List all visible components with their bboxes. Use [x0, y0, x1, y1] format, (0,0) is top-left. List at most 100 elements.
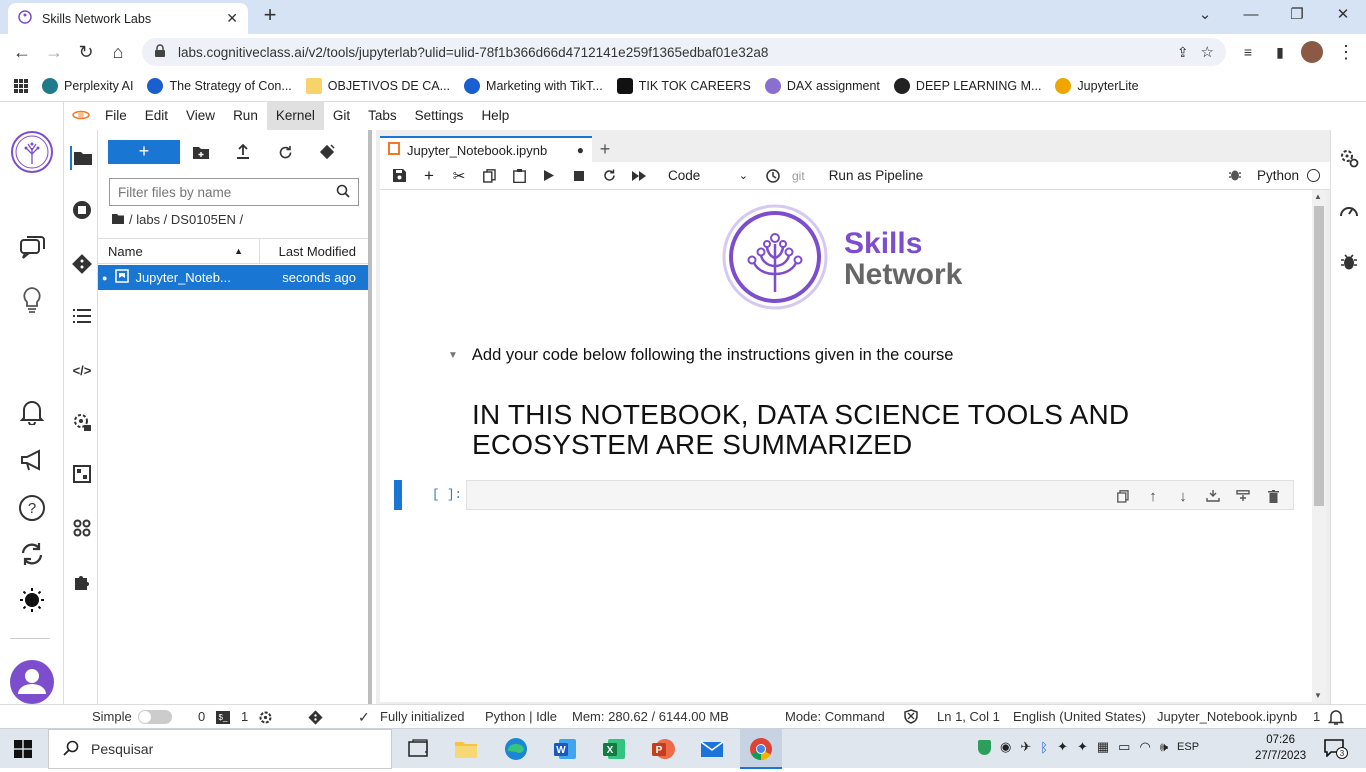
file-row[interactable]: ● Jupyter_Noteb... seconds ago: [98, 265, 368, 290]
run-as-pipeline-button[interactable]: Run as Pipeline: [829, 168, 924, 183]
close-window-button[interactable]: ✕: [1320, 0, 1366, 30]
insert-below-icon[interactable]: [1231, 485, 1255, 507]
app-tray-icon[interactable]: ✦: [1057, 739, 1068, 755]
table-of-contents-icon[interactable]: [70, 304, 94, 328]
windows-start-icon[interactable]: [14, 740, 32, 761]
skills-network-logo-icon[interactable]: [10, 130, 54, 174]
terminal-icon[interactable]: $_: [216, 711, 230, 724]
excel-icon[interactable]: X: [600, 735, 628, 763]
sidepanel-icon[interactable]: ▮: [1268, 40, 1292, 64]
user-avatar-icon[interactable]: [10, 660, 54, 704]
back-button[interactable]: ←: [10, 40, 34, 64]
menu-run[interactable]: Run: [224, 102, 267, 130]
kernel-gear-icon[interactable]: [258, 710, 273, 728]
move-down-icon[interactable]: ↓: [1171, 485, 1195, 507]
wifi-icon[interactable]: ◠: [1139, 739, 1150, 755]
stop-icon[interactable]: [564, 162, 594, 190]
new-launcher-button[interactable]: +: [108, 140, 180, 164]
network-share-icon[interactable]: ✈: [1020, 739, 1031, 755]
taskbar-search-box[interactable]: Pesquisar: [48, 729, 392, 769]
notification-count[interactable]: 1: [1313, 709, 1320, 724]
help-icon[interactable]: ?: [14, 490, 50, 526]
property-inspector-icon[interactable]: [1337, 146, 1361, 170]
copy-icon[interactable]: [474, 162, 504, 190]
restore-button[interactable]: ❐: [1274, 0, 1320, 30]
clock[interactable]: 07:26 27/7/2023: [1255, 732, 1306, 764]
trusted-shield-icon[interactable]: [904, 709, 918, 727]
security-shield-icon[interactable]: [978, 739, 991, 755]
profile-avatar[interactable]: [1300, 40, 1324, 64]
notification-bell-icon[interactable]: [1327, 709, 1345, 728]
refresh-icon[interactable]: [264, 140, 306, 164]
lightbulb-icon[interactable]: [14, 282, 50, 318]
puzzle-extension-icon[interactable]: [70, 570, 94, 594]
display-icon[interactable]: ▦: [1097, 739, 1109, 755]
home-button[interactable]: ⌂: [106, 40, 130, 64]
kernel-name[interactable]: Python: [1257, 168, 1299, 183]
bookmark-item[interactable]: DAX assignment: [764, 77, 880, 94]
cell-type-select[interactable]: Code ⌄: [668, 168, 748, 183]
git-status-icon[interactable]: [308, 710, 323, 728]
sync-icon[interactable]: [14, 536, 50, 572]
reload-button[interactable]: ↻: [74, 40, 98, 64]
app-tray-icon[interactable]: ✦: [1077, 739, 1088, 755]
media-icon[interactable]: ≡: [1236, 40, 1260, 64]
chrome-taskbar-button[interactable]: [740, 729, 782, 769]
debugger-bug-icon[interactable]: [1337, 250, 1361, 274]
kernel-idle-status[interactable]: Python | Idle: [485, 709, 557, 724]
apps-grid-icon[interactable]: [14, 78, 28, 93]
scroll-down-icon[interactable]: ▼: [1314, 691, 1322, 700]
simple-mode-toggle[interactable]: [138, 710, 172, 724]
theme-sun-icon[interactable]: [14, 582, 50, 618]
bookmark-star-icon[interactable]: ☆: [1201, 43, 1214, 61]
menu-help[interactable]: Help: [472, 102, 518, 130]
move-up-icon[interactable]: ↑: [1141, 485, 1165, 507]
duplicate-cell-icon[interactable]: [1111, 485, 1135, 507]
bookmark-item[interactable]: The Strategy of Con...: [147, 77, 292, 94]
restart-icon[interactable]: [594, 162, 624, 190]
task-view-icon[interactable]: [404, 735, 432, 763]
insert-above-icon[interactable]: [1201, 485, 1225, 507]
save-icon[interactable]: [384, 162, 414, 190]
menu-file[interactable]: File: [96, 102, 136, 130]
menu-edit[interactable]: Edit: [136, 102, 177, 130]
file-browser-folder-icon[interactable]: [70, 146, 94, 170]
bookmark-item[interactable]: Perplexity AI: [42, 77, 133, 94]
debugger-bug-icon[interactable]: [1228, 168, 1241, 184]
code-snippets-icon[interactable]: </>: [70, 358, 94, 382]
paste-icon[interactable]: [504, 162, 534, 190]
word-icon[interactable]: W: [551, 735, 579, 763]
menu-kernel[interactable]: Kernel: [266, 102, 324, 130]
property-inspector-gear-icon[interactable]: [70, 410, 94, 434]
bell-icon[interactable]: [14, 394, 50, 430]
bookmark-item[interactable]: OBJETIVOS DE CA...: [305, 77, 450, 94]
new-folder-icon[interactable]: [180, 140, 222, 164]
clock-icon[interactable]: [758, 162, 788, 190]
bookmark-item[interactable]: DEEP LEARNING M...: [893, 77, 1041, 94]
extension-panel-icon[interactable]: [70, 462, 94, 486]
edge-browser-icon[interactable]: [502, 735, 530, 763]
breadcrumb[interactable]: / labs / DS0105EN /: [112, 212, 243, 227]
file-filter-input[interactable]: [118, 184, 336, 200]
powerpoint-icon[interactable]: P: [649, 735, 677, 763]
minimize-button[interactable]: —: [1228, 0, 1274, 30]
menu-view[interactable]: View: [177, 102, 224, 130]
bluetooth-icon[interactable]: ᛒ: [1040, 740, 1048, 755]
terminal-count[interactable]: 0: [198, 709, 205, 724]
keyboard-language[interactable]: ESP: [1177, 741, 1199, 753]
kernel-count[interactable]: 1: [241, 709, 248, 724]
omnibox[interactable]: labs.cognitiveclass.ai/v2/tools/jupyterl…: [142, 38, 1226, 66]
git-clone-icon[interactable]: [306, 140, 348, 164]
action-center-icon[interactable]: 3: [1324, 739, 1348, 760]
bookmark-item[interactable]: TIK TOK CAREERS: [616, 77, 751, 94]
upload-icon[interactable]: [222, 140, 264, 164]
mail-icon[interactable]: [698, 735, 726, 763]
tab-search-icon[interactable]: ⌄: [1182, 0, 1228, 30]
cut-icon[interactable]: ✂: [444, 162, 474, 190]
add-tab-button[interactable]: +: [594, 138, 616, 160]
volume-icon[interactable]: 🕪: [1160, 739, 1168, 755]
scrollbar-thumb[interactable]: [1314, 206, 1324, 506]
forward-button[interactable]: →: [42, 40, 66, 64]
delete-cell-icon[interactable]: [1261, 485, 1285, 507]
notebook-scrollbar[interactable]: ▲ ▼: [1312, 190, 1326, 702]
